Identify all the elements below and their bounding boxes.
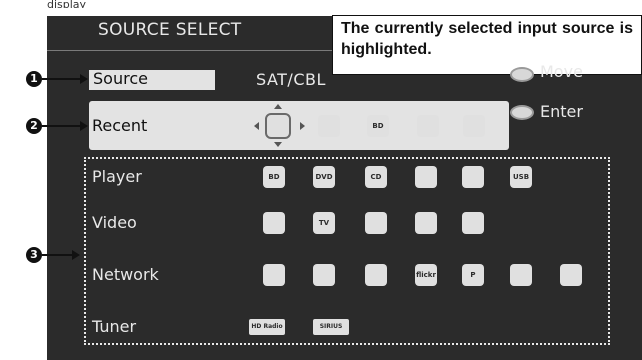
callout-2-arrow-head (80, 121, 88, 131)
callout-3-arrow-line (42, 254, 72, 256)
callout-1: 1 (26, 71, 42, 87)
spotify-icon[interactable] (560, 264, 582, 286)
hd-radio-icon[interactable]: HD Radio (249, 319, 285, 335)
flickr-icon[interactable]: flickr (415, 264, 437, 286)
legend-enter: Enter (540, 102, 583, 121)
cd-disc-icon[interactable]: CD (365, 166, 387, 188)
phono-icon[interactable] (415, 166, 437, 188)
callout-3-arrow-head (72, 250, 80, 260)
media-server-icon[interactable] (365, 264, 387, 286)
scroll-right-icon[interactable] (300, 122, 305, 130)
callout-3: 3 (26, 247, 42, 263)
favorites-icon[interactable] (263, 264, 285, 286)
game-icon[interactable] (415, 212, 437, 234)
blu-ray-player-icon[interactable] (365, 212, 387, 234)
bluray-disc-icon[interactable]: BD (367, 115, 389, 137)
tv-icon[interactable]: TV (313, 212, 335, 234)
legend-move: Move (540, 62, 583, 78)
satellite-dish-icon[interactable] (263, 212, 285, 234)
enter-button-icon (510, 105, 534, 120)
scroll-up-icon[interactable] (274, 104, 282, 109)
callout-1-arrow-head (80, 74, 88, 84)
scroll-left-icon[interactable] (254, 122, 259, 130)
dvd-disc-icon[interactable]: DVD (313, 166, 335, 188)
siriusxm-internet-icon[interactable] (510, 264, 532, 286)
caption-note: The currently selected input source is h… (332, 15, 642, 75)
aux-icon[interactable] (462, 212, 484, 234)
page-title: SOURCE SELECT (98, 20, 242, 40)
internet-radio-icon[interactable] (313, 264, 335, 286)
pandora-icon[interactable]: P (462, 264, 484, 286)
usb-icon[interactable]: USB (510, 166, 532, 188)
top-clipped-text: display (47, 0, 87, 8)
bluray-disc-icon[interactable]: BD (263, 166, 285, 188)
callout-1-arrow-line (42, 78, 80, 80)
game-controller-icon[interactable] (463, 115, 485, 137)
scroll-down-icon[interactable] (274, 142, 282, 147)
source-label: Source (93, 69, 148, 88)
move-cursor-icon (510, 67, 534, 82)
row-label-video: Video (92, 213, 137, 232)
internet-radio-icon[interactable] (417, 115, 439, 137)
source-value: SAT/CBL (256, 70, 326, 89)
callout-2-arrow-line (42, 125, 80, 127)
callout-2: 2 (26, 118, 42, 134)
row-label-player: Player (92, 167, 142, 186)
sirius-icon[interactable]: SIRIUS (313, 319, 349, 335)
satellite-dish-icon[interactable] (265, 113, 291, 139)
recent-label: Recent (92, 116, 148, 135)
media-player-icon[interactable] (318, 115, 340, 137)
media-player-icon[interactable] (462, 166, 484, 188)
row-label-tuner: Tuner (92, 317, 137, 336)
recent-row[interactable] (89, 101, 509, 150)
row-label-network: Network (92, 265, 159, 284)
